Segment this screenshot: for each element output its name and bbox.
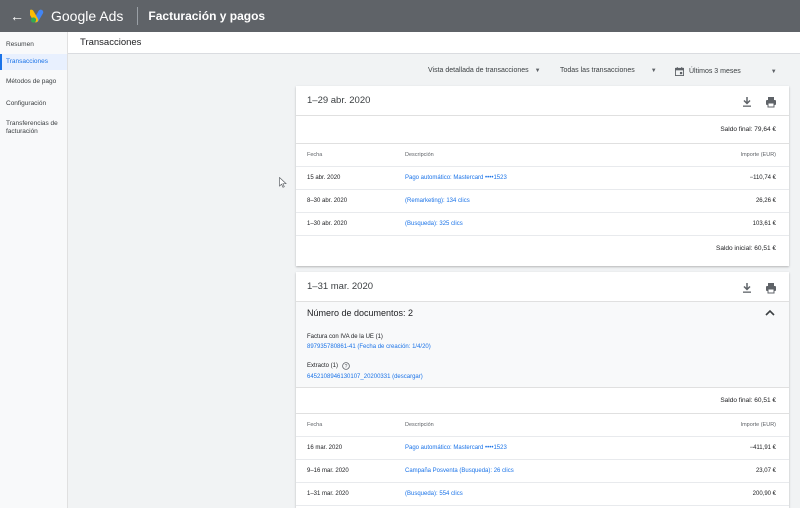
- product-name: Google Ads: [51, 8, 124, 24]
- sidebar-item-metodos-de-pago[interactable]: Métodos de pago: [0, 76, 67, 88]
- sidebar-item-label: Transferencias de facturación: [6, 120, 58, 135]
- table-row: 8–30 abr. 2020 (Remarketing): 134 clics …: [296, 190, 789, 213]
- row-date: 16 mar. 2020: [307, 445, 343, 451]
- row-date: 9–16 mar. 2020: [307, 468, 349, 474]
- row-amount: 103,61 €: [752, 221, 776, 227]
- final-balance: Saldo final: 79,64 €: [296, 116, 789, 144]
- dropdown-arrow-icon: ▼: [770, 68, 777, 75]
- row-date: 8–30 abr. 2020: [307, 198, 348, 204]
- date-range-label: Últimos 3 meses: [689, 68, 741, 75]
- row-description-link[interactable]: Campaña Posventa (Busqueda): 26 clics: [405, 468, 514, 474]
- sidebar-item-label: Resumen: [6, 41, 34, 48]
- transaction-period-card: 1–29 abr. 2020 Saldo final: 79,64 € Fech…: [296, 86, 789, 266]
- sidebar-item-label: Métodos de pago: [6, 78, 57, 85]
- doc-statement-label: Extracto (1) ?: [307, 362, 350, 370]
- col-date-header: Fecha: [307, 152, 323, 158]
- top-app-bar: ← Google Ads Facturación y pagos: [0, 0, 800, 32]
- documents-count-title: Número de documentos: 2: [307, 308, 414, 318]
- dropdown-arrow-icon: ▼: [534, 67, 541, 74]
- row-description-link[interactable]: (Remarketing): 134 clics: [405, 198, 470, 204]
- dropdown-arrow-icon: ▼: [650, 67, 657, 74]
- row-date: 15 abr. 2020: [307, 175, 341, 181]
- download-icon[interactable]: [741, 281, 753, 293]
- period-title: 1–31 mar. 2020: [307, 281, 374, 292]
- col-amount-header: Importe (EUR): [740, 152, 776, 158]
- app-section-title: Facturación y pagos: [148, 9, 266, 23]
- row-description-link[interactable]: (Busqueda): 325 clics: [405, 221, 463, 227]
- sidebar-item-label: Transacciones: [6, 58, 49, 65]
- table-header-row: Fecha Descripción Importe (EUR): [296, 144, 789, 167]
- page-title: Transacciones: [80, 37, 142, 48]
- row-description-link[interactable]: Pago automático: Mastercard ••••1523: [405, 175, 507, 181]
- date-range-selector[interactable]: Últimos 3 meses ▼: [675, 67, 777, 76]
- period-title: 1–29 abr. 2020: [307, 95, 371, 106]
- col-amount-header: Importe (EUR): [740, 422, 776, 428]
- transaction-type-selector[interactable]: Todas las transacciones ▼: [560, 67, 657, 74]
- row-date: 1–30 abr. 2020: [307, 221, 348, 227]
- download-icon[interactable]: [741, 95, 753, 107]
- doc-invoice-label: Factura con IVA de la UE (1): [307, 334, 383, 340]
- row-amount: −110,74 €: [749, 175, 776, 181]
- row-date: 1–31 mar. 2020: [307, 491, 349, 497]
- mouse-cursor-icon: [279, 177, 287, 188]
- row-amount: 26,26 €: [755, 198, 776, 204]
- table-header-row: Fecha Descripción Importe (EUR): [296, 414, 789, 437]
- topbar-divider: [137, 7, 139, 25]
- view-selector[interactable]: Vista detallada de transacciones ▼: [428, 67, 541, 74]
- help-icon[interactable]: ?: [342, 362, 350, 370]
- sidebar-item-configuracion[interactable]: Configuración: [0, 98, 67, 110]
- col-date-header: Fecha: [307, 422, 323, 428]
- svg-text:?: ?: [345, 364, 348, 370]
- card-header: 1–31 mar. 2020: [296, 272, 789, 302]
- transaction-period-card: 1–31 mar. 2020 Número de documentos: 2 F…: [296, 272, 789, 508]
- doc-statement-link[interactable]: 6452108946130107_20200331 (descargar): [307, 374, 423, 380]
- sidebar-item-resumen[interactable]: Resumen: [0, 39, 67, 51]
- card-header: 1–29 abr. 2020: [296, 86, 789, 116]
- table-row: 16 mar. 2020 Pago automático: Mastercard…: [296, 437, 789, 460]
- page-header: Transacciones: [68, 32, 800, 54]
- table-row: 9–16 mar. 2020 Campaña Posventa (Busqued…: [296, 460, 789, 483]
- doc-statement-text: Extracto (1): [307, 363, 339, 369]
- row-amount: 23,07 €: [755, 468, 776, 474]
- chevron-up-icon[interactable]: [765, 309, 775, 317]
- transaction-type-label: Todas las transacciones: [560, 67, 635, 74]
- sidebar-item-transacciones[interactable]: Transacciones: [0, 54, 67, 70]
- sidebar-nav: Resumen Transacciones Métodos de pago Co…: [0, 32, 68, 508]
- table-row: 1–31 mar. 2020 (Busqueda): 554 clics 200…: [296, 483, 789, 506]
- print-icon[interactable]: [765, 95, 777, 108]
- sidebar-item-label: Configuración: [6, 100, 47, 107]
- initial-balance: Saldo inicial: 60,51 €: [716, 245, 776, 252]
- documents-section: Número de documentos: 2 Factura con IVA …: [296, 302, 789, 388]
- row-description-link[interactable]: (Busqueda): 554 clics: [405, 491, 463, 497]
- row-amount: 200,90 €: [752, 491, 776, 497]
- google-ads-logo-icon: [30, 9, 46, 23]
- view-selector-label: Vista detallada de transacciones: [428, 67, 529, 74]
- doc-invoice-link[interactable]: 897935780861-41 (Fecha de creación: 1/4/…: [307, 344, 431, 350]
- print-icon[interactable]: [765, 281, 777, 294]
- back-arrow-icon[interactable]: ←: [6, 8, 28, 24]
- row-description-link[interactable]: Pago automático: Mastercard ••••1523: [405, 445, 507, 451]
- table-row: 15 abr. 2020 Pago automático: Mastercard…: [296, 167, 789, 190]
- table-row: 1–30 abr. 2020 (Busqueda): 325 clics 103…: [296, 213, 789, 236]
- final-balance: Saldo final: 60,51 €: [296, 388, 789, 414]
- calendar-icon: [675, 67, 684, 76]
- sidebar-item-transferencias[interactable]: Transferencias de facturación: [0, 118, 67, 138]
- row-amount: −411,91 €: [749, 445, 776, 451]
- col-description-header: Descripción: [405, 422, 434, 428]
- col-description-header: Descripción: [405, 152, 434, 158]
